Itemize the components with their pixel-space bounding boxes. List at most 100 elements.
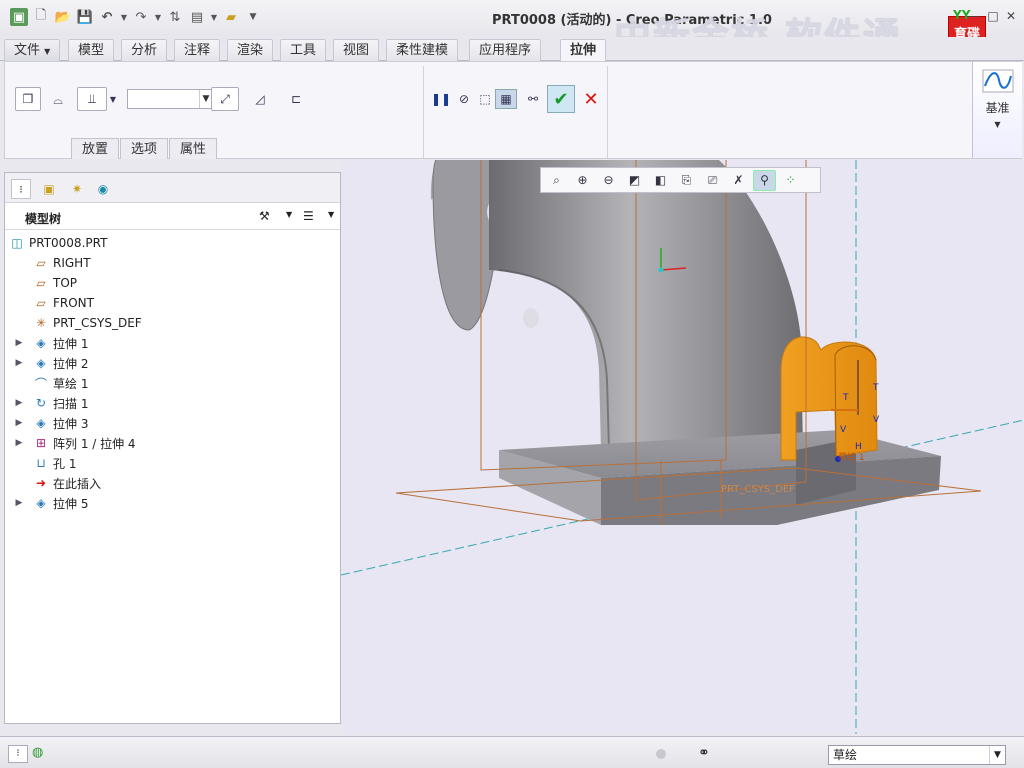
thicken-button[interactable]: ⊏ [283, 87, 309, 111]
tab-tools[interactable]: 工具 [280, 39, 327, 61]
repaint-button[interactable]: ◩ [623, 170, 646, 191]
find-button[interactable]: ⚭ [698, 745, 710, 761]
close-window-icon[interactable]: ▰ [222, 8, 240, 26]
surface-button[interactable]: ⌓ [47, 89, 69, 111]
cancel-button[interactable]: ✕ [579, 87, 603, 111]
tree-item[interactable]: ➜ 在此插入 [5, 473, 340, 493]
tree-item[interactable]: ⊔ 孔 1 [5, 453, 340, 473]
navigator-panel: ⁝ ▣ ✷ ◉ 模型树 ⚒ ▼ ☰ ▼ ◫ PRT0008.PRT ▱ RIGHT ▱ T… [4, 172, 341, 724]
solid-button[interactable]: ❒ [15, 87, 41, 111]
new-icon[interactable]: 🗋 [32, 8, 50, 26]
windows-dropdown-icon[interactable]: ▼ [210, 8, 218, 26]
minimize-button[interactable]: — [966, 9, 980, 23]
expand-arrow-icon[interactable]: ▶ [5, 438, 33, 448]
model-tree-tab[interactable]: ⁝ [11, 179, 31, 199]
chevron-down-icon: ▼ [989, 746, 1005, 764]
glasses-button[interactable]: ⚯ [521, 89, 545, 109]
chevron-down-icon[interactable]: ▼ [328, 210, 334, 219]
save-icon[interactable]: 💾 [76, 8, 94, 26]
windows-icon[interactable]: ▤ [188, 8, 206, 26]
annotation-display-button[interactable]: ⁘ [779, 170, 802, 191]
tree-item[interactable]: ⌒ 草绘 1 [5, 373, 340, 393]
elbow-pipe [489, 160, 803, 450]
display-style-button[interactable]: ◧ [649, 170, 672, 191]
refit-button[interactable]: ⌕ [545, 170, 568, 191]
toggle-navigator-button[interactable]: ⁝ [8, 745, 28, 763]
graphics-viewport[interactable]: T T V V H 草绘 1 PRT_CSYS_DEF [341, 160, 1024, 734]
tab-file[interactable]: 文件 ▼ [4, 39, 61, 61]
divider [607, 66, 608, 158]
open-icon[interactable]: 📂 [54, 8, 72, 26]
flip-depth-button[interactable]: ⤢ [211, 87, 239, 111]
tree-item[interactable]: ▶ ↻ 扫描 1 [5, 393, 340, 413]
tree-item[interactable]: ✳ PRT_CSYS_DEF [5, 313, 340, 333]
depth-option-dropdown[interactable]: ▼ [107, 89, 119, 109]
selection-filter[interactable]: 草绘 ▼ [828, 745, 1006, 765]
datum-display-button[interactable]: ✗ [727, 170, 750, 191]
extrude-icon: ◈ [36, 416, 46, 430]
tab-applications[interactable]: 应用程序 [469, 39, 542, 61]
binoculars-icon: ⚭ [698, 745, 710, 761]
tree-columns-icon[interactable]: ☰ [303, 209, 314, 223]
tab-view[interactable]: 视图 [333, 39, 380, 61]
pause-button[interactable]: ❚❚ [431, 89, 451, 109]
view-manager-button[interactable]: ⎚ [701, 170, 724, 191]
preview-button[interactable]: ⬚ [475, 89, 495, 109]
tree-item-label: 拉伸 2 [53, 356, 89, 371]
tree-item[interactable]: ▶ ◈ 拉伸 5 [5, 493, 340, 513]
options-tab[interactable]: 选项 [120, 138, 169, 159]
insert-arrow-icon: ➜ [35, 476, 47, 490]
constraint-label: T [842, 393, 849, 403]
customize-icon[interactable]: ▼ [244, 8, 262, 26]
tree-item[interactable]: ▱ RIGHT [5, 253, 340, 273]
tab-annotate[interactable]: 注释 [174, 39, 221, 61]
no-preview-button[interactable]: ⊘ [455, 89, 473, 109]
app-icon[interactable]: ▣ [10, 8, 28, 26]
toggle-browser-button[interactable]: ◍ [32, 745, 52, 763]
saved-views-button[interactable]: ⎘ [675, 170, 698, 191]
expand-arrow-icon[interactable]: ▶ [5, 398, 33, 408]
redo-dropdown-icon[interactable]: ▼ [154, 8, 162, 26]
tab-analysis[interactable]: 分析 [121, 39, 168, 61]
depth-value-input[interactable]: ▼ [127, 89, 213, 109]
tree-item[interactable]: ▶ ◈ 拉伸 3 [5, 413, 340, 433]
selection-filter-value: 草绘 [833, 748, 858, 762]
web-tab[interactable]: ◉ [93, 179, 113, 199]
tab-model[interactable]: 模型 [68, 39, 115, 61]
tree-settings-icon[interactable]: ⚒ [259, 209, 270, 223]
chevron-down-icon[interactable]: ▼ [286, 210, 292, 219]
expand-arrow-icon[interactable]: ▶ [5, 358, 33, 368]
tree-item[interactable]: ▱ FRONT [5, 293, 340, 313]
tree-item[interactable]: ▶ ◈ 拉伸 1 [5, 333, 340, 353]
zoom-out-button[interactable]: ⊖ [597, 170, 620, 191]
expand-arrow-icon[interactable]: ▶ [5, 418, 33, 428]
extrude-icon: ◈ [36, 356, 46, 370]
tree-item[interactable]: ▶ ◈ 拉伸 2 [5, 353, 340, 373]
ok-button[interactable]: ✔ [547, 85, 575, 113]
undo-dropdown-icon[interactable]: ▼ [120, 8, 128, 26]
tree-item-label: 草绘 1 [53, 376, 89, 391]
redo-icon[interactable]: ↷ [132, 8, 150, 26]
datum-button[interactable]: 基准 ▼ [972, 62, 1022, 158]
tab-extrude[interactable]: 拉伸 [560, 39, 607, 62]
depth-option-button[interactable]: ⫫ [77, 87, 107, 111]
expand-arrow-icon[interactable]: ▶ [5, 338, 33, 348]
expand-arrow-icon[interactable]: ▶ [5, 498, 33, 508]
tree-item[interactable]: ▱ TOP [5, 273, 340, 293]
favorites-tab[interactable]: ✷ [67, 179, 87, 199]
zoom-in-button[interactable]: ⊕ [571, 170, 594, 191]
tree-item[interactable]: ▶ ⊞ 阵列 1 / 拉伸 4 [5, 433, 340, 453]
tab-render[interactable]: 渲染 [227, 39, 274, 61]
placement-tab[interactable]: 放置 [71, 138, 120, 159]
verify-button[interactable]: ▦ [495, 89, 517, 109]
remove-material-button[interactable]: ◿ [247, 87, 273, 111]
regenerate-icon[interactable]: ⇅ [166, 8, 184, 26]
folder-browser-tab[interactable]: ▣ [39, 179, 59, 199]
spin-center-button[interactable]: ⚲ [753, 169, 776, 191]
tab-flexible-modeling[interactable]: 柔性建模 [386, 39, 459, 61]
maximize-button[interactable]: □ [986, 9, 1000, 23]
properties-tab[interactable]: 属性 [169, 138, 218, 159]
tree-item[interactable]: ◫ PRT0008.PRT [5, 233, 340, 253]
undo-icon[interactable]: ↶ [98, 8, 116, 26]
close-button[interactable]: ✕ [1004, 9, 1018, 23]
